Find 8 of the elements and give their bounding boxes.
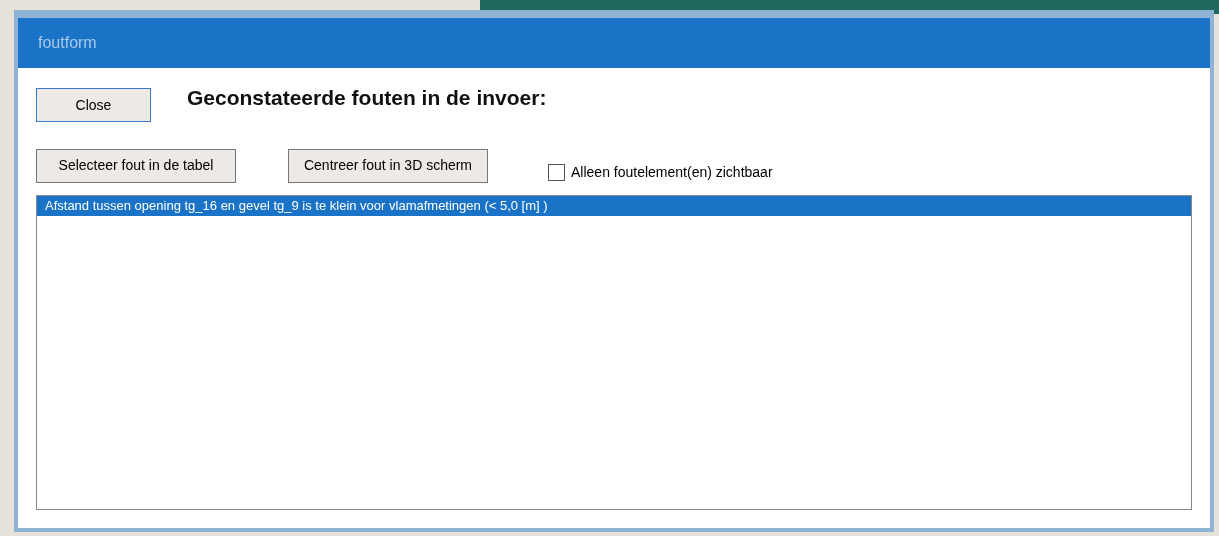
checkbox-label: Alleen foutelement(en) zichtbaar <box>571 163 773 182</box>
action-button[interactable]: Centreer fout in 3D scherm <box>288 148 488 183</box>
error-row[interactable]: Afstand tussen opening tg_16 en gevel tg_9 is te klein voor vlamafmetingen (< 5,0 [m] ) <box>37 196 1191 216</box>
action-button[interactable]: Selecteer fout in de tabel <box>36 148 236 183</box>
window-title: foutform <box>38 33 97 53</box>
checkbox[interactable] <box>548 164 565 181</box>
close-button[interactable]: Close <box>36 88 151 122</box>
heading: Geconstateerde fouten in de invoer: <box>187 85 547 111</box>
